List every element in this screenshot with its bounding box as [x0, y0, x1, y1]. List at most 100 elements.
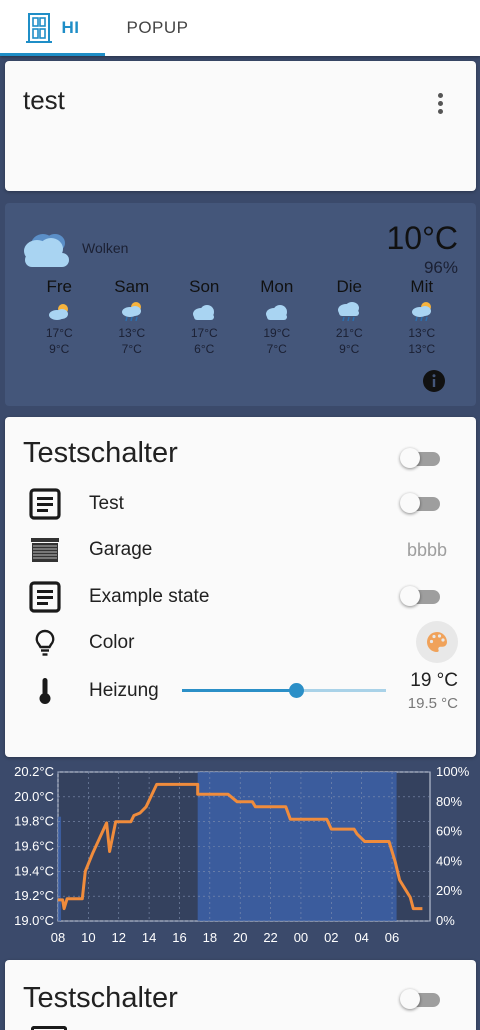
y-tick-label: 19.2°C [14, 888, 54, 903]
y-tick-label: 19.0°C [14, 913, 54, 928]
entities-card: Testschalter Test Garage bbbb Example st… [5, 417, 476, 757]
y-tick-label: 20.0°C [14, 789, 54, 804]
forecast-day: Sam 13°C 7°C [96, 277, 169, 356]
x-tick-label: 16 [172, 930, 186, 945]
forecast-low: 7°C [121, 342, 142, 356]
entity-label: Example state [89, 586, 210, 607]
target-temperature: 19.5 °C [407, 695, 458, 712]
y-tick-label: 20.2°C [14, 764, 54, 779]
weather-temperature: 10°C [386, 220, 459, 256]
text-box-icon [27, 486, 63, 522]
current-temperature: 19 °C [410, 670, 458, 691]
x-tick-label: 14 [142, 930, 156, 945]
forecast-high: 17°C [45, 326, 73, 340]
y2-tick-label: 80% [436, 794, 462, 809]
forecast-day: Mit 13°C 13°C [386, 277, 459, 356]
forecast-day-name: Mit [410, 277, 434, 296]
history-chart[interactable]: 19.0°C 19.2°C 19.4°C 19.6°C 19.8°C 20.0°C 20.2… [0, 762, 480, 952]
cloudy-icon [265, 305, 287, 320]
forecast-high: 13°C [118, 326, 146, 340]
info-icon[interactable] [422, 369, 446, 393]
x-tick-label: 00 [294, 930, 308, 945]
entities-card-2: Testschalter [5, 960, 476, 1030]
x-tick-label: 12 [112, 930, 126, 945]
forecast-high: 17°C [190, 326, 218, 340]
partly-cloudy-rain-icon [411, 302, 431, 322]
slider-fill [182, 689, 297, 692]
x-tick-label: 06 [385, 930, 399, 945]
entity-row-heizung[interactable]: Heizung 19 °C 19.5 °C [5, 667, 476, 717]
entity-row-example-state[interactable]: Example state [5, 573, 476, 619]
active-tab-indicator [0, 53, 105, 56]
cloudy-icon [24, 234, 69, 267]
header-toggle[interactable] [400, 447, 444, 469]
forecast-high: 19°C [263, 326, 291, 340]
garage-icon [27, 532, 63, 568]
entity-row-color[interactable]: Color [5, 619, 476, 665]
entity-label: Color [89, 632, 135, 653]
door-icon [25, 13, 52, 43]
forecast-day-name: Son [189, 277, 220, 296]
entities-title: Testschalter [23, 437, 178, 469]
forecast-day-name: Mon [260, 277, 294, 296]
text-box-icon [31, 1026, 67, 1030]
entity-state: bbbb [406, 540, 447, 560]
card-title: test [23, 85, 65, 115]
forecast-high: 13°C [408, 326, 436, 340]
x-tick-label: 20 [233, 930, 247, 945]
forecast-low: 6°C [194, 342, 215, 356]
tab-hi[interactable]: HI [0, 0, 105, 56]
y2-tick-label: 0% [436, 913, 455, 928]
forecast-day-name: Fre [46, 277, 73, 296]
palette-icon [427, 632, 447, 652]
thermometer-icon [27, 673, 63, 709]
lightbulb-icon [27, 625, 63, 661]
header-toggle[interactable] [400, 988, 444, 1010]
y-tick-label: 19.4°C [14, 863, 54, 878]
entities-title: Testschalter [23, 982, 178, 1014]
entity-label: Heizung [89, 680, 159, 701]
entity-row-garage[interactable]: Garage bbbb [5, 526, 476, 572]
weather-humidity: 96% [423, 258, 458, 277]
weather-condition: Wolken [82, 240, 129, 256]
y2-tick-label: 60% [436, 824, 462, 839]
test-toggle[interactable] [400, 492, 444, 514]
heating-band [58, 816, 62, 921]
forecast-low: 9°C [339, 342, 360, 356]
tab-popup[interactable]: POPUP [105, 0, 210, 56]
text-box-icon [27, 579, 63, 615]
tab-hi-label: HI [61, 18, 80, 37]
slider-thumb[interactable] [289, 683, 305, 698]
forecast-low: 13°C [408, 342, 436, 356]
forecast-low: 9°C [49, 342, 70, 356]
y-tick-label: 19.8°C [14, 814, 54, 829]
y2-tick-label: 100% [436, 764, 470, 779]
forecast-day: Son 17°C 6°C [168, 277, 241, 356]
example-state-toggle[interactable] [400, 585, 444, 607]
x-tick-label: 22 [263, 930, 277, 945]
x-tick-label: 18 [203, 930, 217, 945]
forecast-day-name: Die [336, 277, 362, 296]
dots-vertical-icon[interactable] [438, 93, 444, 115]
cloudy-rain-icon [338, 302, 360, 322]
color-button[interactable] [416, 621, 458, 663]
weather-card[interactable]: Wolken 10°C 96% Fre 17°C 9°C Sam 13°C 7°… [5, 203, 476, 406]
x-tick-label: 08 [51, 930, 65, 945]
x-tick-label: 04 [354, 930, 368, 945]
entity-label: Test [89, 493, 124, 514]
forecast-day-name: Sam [114, 277, 150, 296]
entity-row-test[interactable]: Test [5, 480, 476, 526]
cloudy-icon [193, 305, 215, 320]
forecast-day: Fre 17°C 9°C [23, 277, 96, 356]
forecast-day: Die 21°C 9°C [313, 277, 386, 356]
y2-tick-label: 40% [436, 853, 462, 868]
x-tick-label: 10 [81, 930, 95, 945]
forecast-low: 7°C [266, 342, 287, 356]
partly-cloudy-icon [49, 304, 69, 320]
forecast-high: 21°C [335, 326, 363, 340]
tab-popup-label: POPUP [126, 18, 189, 37]
forecast-day: Mon 19°C 7°C [241, 277, 314, 356]
test-card: test [5, 61, 476, 191]
y2-tick-label: 20% [436, 883, 462, 898]
temperature-slider[interactable] [182, 683, 386, 698]
